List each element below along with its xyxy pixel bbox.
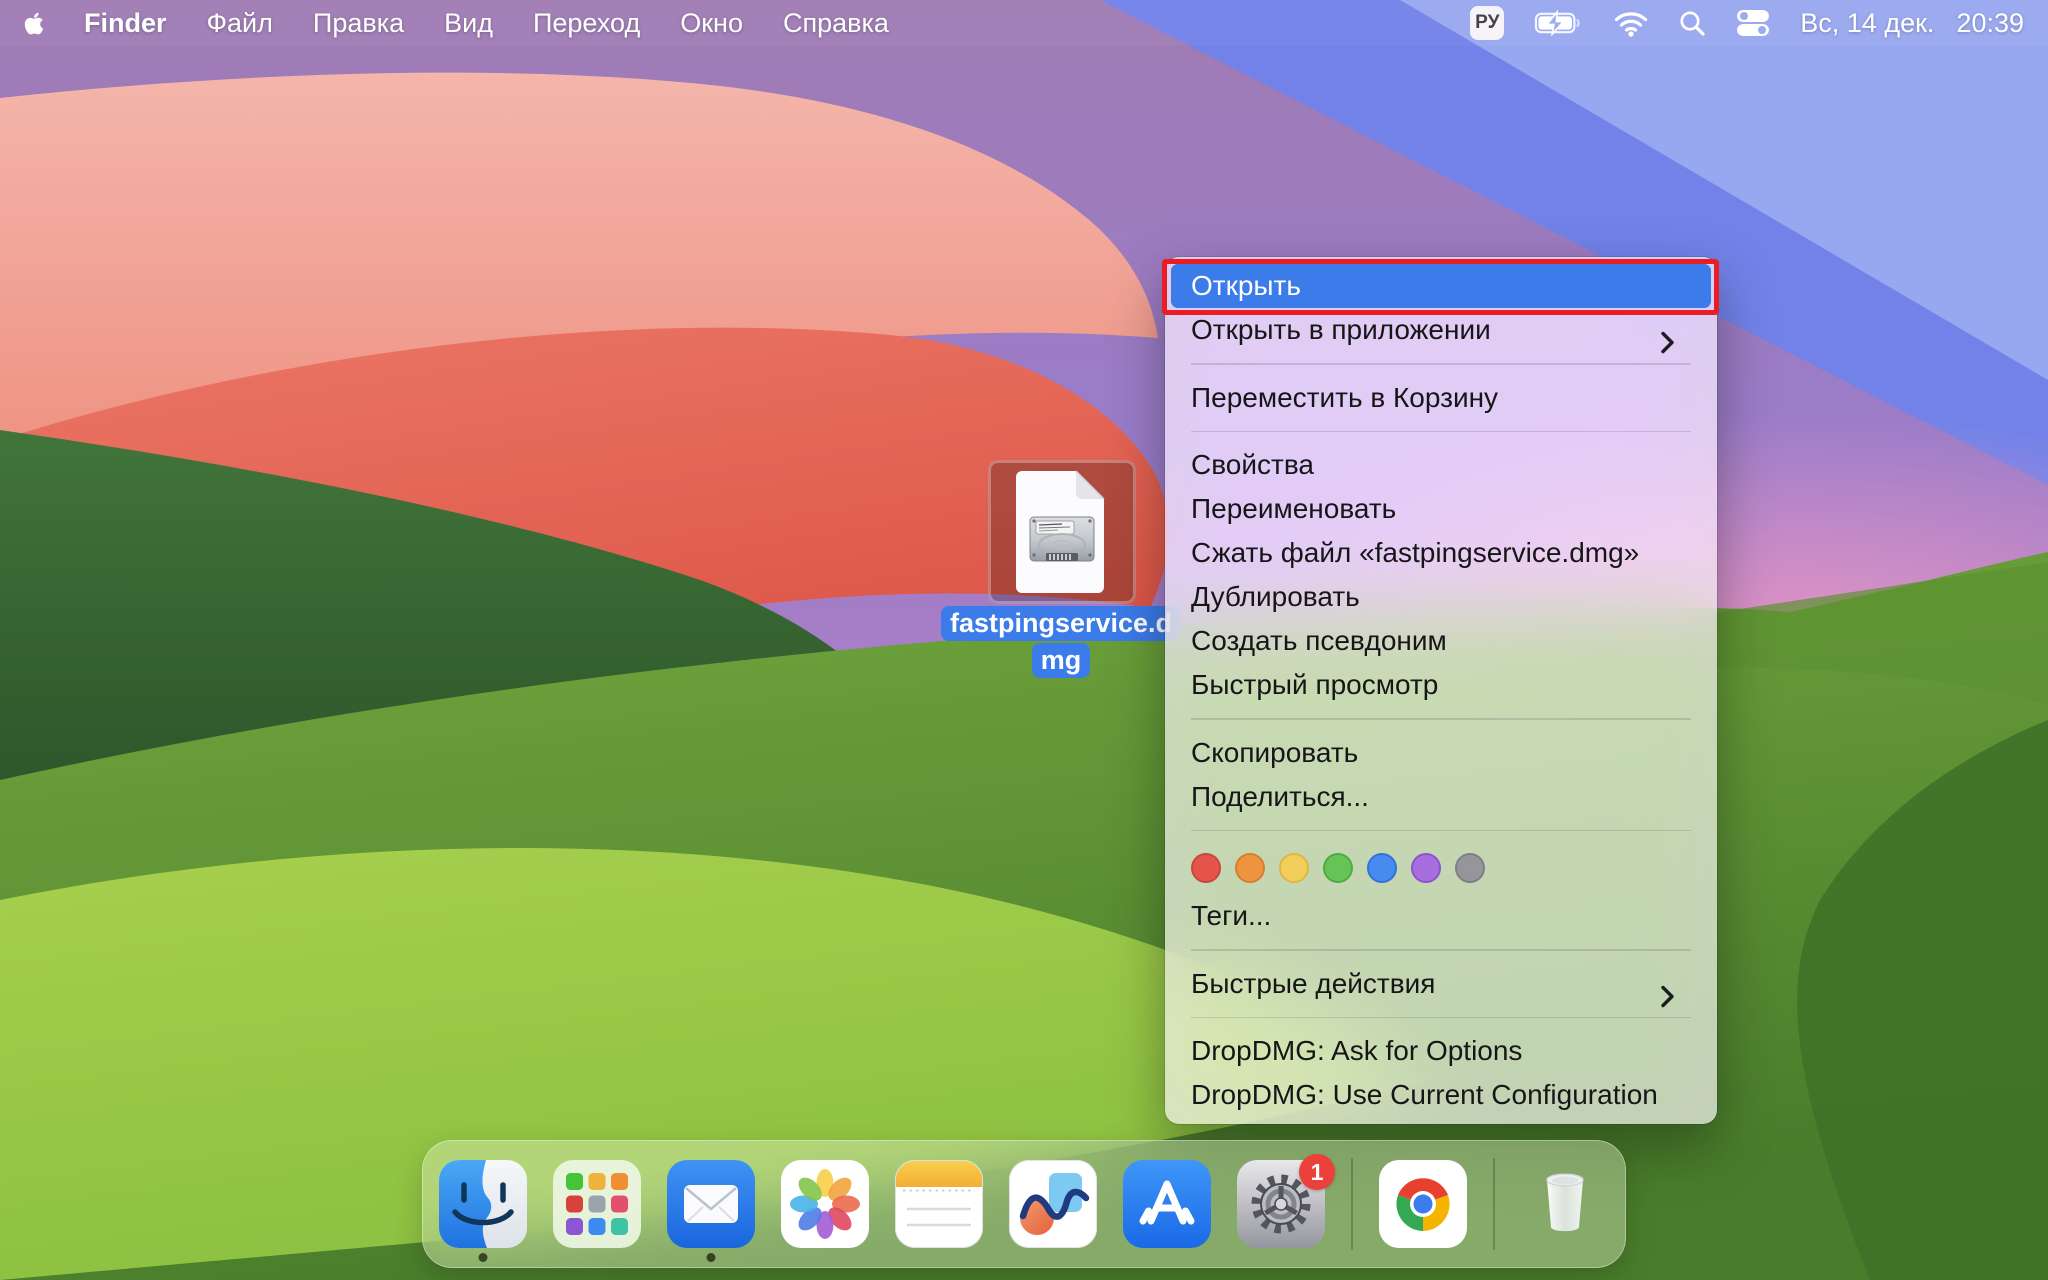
tag-color-gray[interactable] [1455, 853, 1485, 883]
tag-color-purple[interactable] [1411, 853, 1441, 883]
menubar-item-справка[interactable]: Справка [783, 8, 889, 39]
dock-separator [1493, 1158, 1495, 1250]
file-label-line2: mg [1032, 643, 1091, 678]
context-menu-item-label: Теги... [1191, 900, 1271, 932]
context-menu-item[interactable]: Быстрые действия [1171, 962, 1711, 1006]
dock-item-trash[interactable] [1521, 1160, 1609, 1248]
context-menu-item-label: Сжать файл «fastpingservice.dmg» [1191, 537, 1639, 569]
dock-item-finder[interactable] [439, 1160, 527, 1248]
context-menu-item[interactable]: Открыть в приложении [1171, 308, 1711, 352]
input-source-badge[interactable]: РУ [1470, 6, 1504, 40]
apple-menu-icon[interactable] [24, 11, 44, 36]
file-label-line1: fastpingservice.d [941, 606, 1181, 641]
dock-separator [1351, 1158, 1353, 1250]
finder-icon [439, 1160, 527, 1248]
dock-item-notes[interactable] [895, 1160, 983, 1248]
desktop-file-dmg[interactable] [988, 460, 1136, 604]
context-menu: Открыть Открыть в приложении Переместить в… [1165, 257, 1717, 1124]
dock-item-mail[interactable] [667, 1160, 755, 1248]
mail-icon [667, 1160, 755, 1248]
dock-item-launchpad[interactable] [553, 1160, 641, 1248]
context-menu-separator [1191, 830, 1691, 832]
context-menu-item[interactable]: Теги... [1171, 894, 1711, 938]
search-icon[interactable] [1678, 9, 1706, 37]
context-menu-separator [1191, 431, 1691, 433]
context-menu-item[interactable]: Создать псевдоним [1171, 619, 1711, 663]
context-menu-separator [1191, 718, 1691, 720]
chrome-icon [1379, 1160, 1467, 1248]
context-menu-item[interactable]: DropDMG: Use Current Configuration [1171, 1073, 1711, 1117]
tag-color-row [1165, 842, 1717, 894]
context-menu-item-label: Открыть в приложении [1191, 314, 1491, 346]
launchpad-icon [553, 1160, 641, 1248]
menubar-item-правка[interactable]: Правка [313, 8, 404, 39]
dock: 1 [422, 1140, 1626, 1268]
context-menu-item-label: Быстрые действия [1191, 968, 1435, 1000]
context-menu-item[interactable]: Поделиться... [1171, 775, 1711, 819]
photos-icon [781, 1160, 869, 1248]
desktop-file-label[interactable]: fastpingservice.d mg [941, 606, 1181, 678]
context-menu-item-label: Открыть [1191, 270, 1301, 302]
context-menu-separator [1191, 363, 1691, 365]
battery-charging-icon[interactable] [1534, 10, 1584, 36]
context-menu-item[interactable]: Открыть [1171, 264, 1711, 308]
menubar-item-вид[interactable]: Вид [444, 8, 493, 39]
context-menu-item-label: DropDMG: Use Current Configuration [1191, 1079, 1658, 1111]
context-menu-item-label: Дублировать [1191, 581, 1360, 613]
context-menu-separator [1191, 1017, 1691, 1019]
menu-bar-left: Finder Файл Правка Вид Переход Окно Справка [24, 8, 889, 39]
menubar-item-файл[interactable]: Файл [207, 8, 273, 39]
context-menu-item[interactable]: Переименовать [1171, 487, 1711, 531]
tag-color-red[interactable] [1191, 853, 1221, 883]
running-indicator [707, 1253, 716, 1262]
clock-date: Вс, 14 дек. [1800, 8, 1934, 39]
trash-icon [1521, 1160, 1609, 1248]
dmg-disk-image-icon [1010, 469, 1114, 595]
menu-bar-clock[interactable]: Вс, 14 дек. 20:39 [1800, 8, 2024, 39]
menubar-item-окно[interactable]: Окно [680, 8, 743, 39]
menu-bar: Finder Файл Правка Вид Переход Окно Справка РУ [0, 0, 2048, 46]
appstore-icon [1123, 1160, 1211, 1248]
tag-color-green[interactable] [1323, 853, 1353, 883]
menu-bar-status: РУ [1470, 6, 2024, 40]
menubar-item-finder[interactable]: Finder [84, 8, 167, 39]
context-menu-item-label: Переименовать [1191, 493, 1396, 525]
context-menu-item-label: Переместить в Корзину [1191, 382, 1498, 414]
tag-color-orange[interactable] [1235, 853, 1265, 883]
context-menu-item[interactable]: DropDMG: Ask for Options [1171, 1029, 1711, 1073]
dock-item-photos[interactable] [781, 1160, 869, 1248]
dock-item-settings[interactable]: 1 [1237, 1160, 1325, 1248]
context-menu-item-label: DropDMG: Ask for Options [1191, 1035, 1522, 1067]
notification-badge: 1 [1299, 1154, 1335, 1190]
control-center-icon[interactable] [1736, 9, 1770, 37]
dock-item-chrome[interactable] [1379, 1160, 1467, 1248]
notes-icon [895, 1160, 983, 1248]
context-menu-item-label: Быстрый просмотр [1191, 669, 1438, 701]
context-menu-item[interactable]: Переместить в Корзину [1171, 376, 1711, 420]
wifi-icon[interactable] [1614, 10, 1648, 37]
context-menu-separator [1191, 949, 1691, 951]
context-menu-item[interactable]: Дублировать [1171, 575, 1711, 619]
freeform-icon [1009, 1160, 1097, 1248]
context-menu-item-label: Поделиться... [1191, 781, 1369, 813]
context-menu-item[interactable]: Сжать файл «fastpingservice.dmg» [1171, 531, 1711, 575]
context-menu-item-label: Свойства [1191, 449, 1314, 481]
context-menu-item[interactable]: Свойства [1171, 443, 1711, 487]
dock-item-appstore[interactable] [1123, 1160, 1211, 1248]
clock-time: 20:39 [1956, 8, 2024, 39]
tag-color-blue[interactable] [1367, 853, 1397, 883]
context-menu-item-label: Скопировать [1191, 737, 1358, 769]
context-menu-item-label: Создать псевдоним [1191, 625, 1447, 657]
tag-color-yellow[interactable] [1279, 853, 1309, 883]
context-menu-item[interactable]: Скопировать [1171, 731, 1711, 775]
context-menu-item[interactable]: Быстрый просмотр [1171, 663, 1711, 707]
dock-item-freeform[interactable] [1009, 1160, 1097, 1248]
menu-bar-menus: Finder Файл Правка Вид Переход Окно Справка [84, 8, 889, 39]
running-indicator [479, 1253, 488, 1262]
menubar-item-переход[interactable]: Переход [533, 8, 640, 39]
